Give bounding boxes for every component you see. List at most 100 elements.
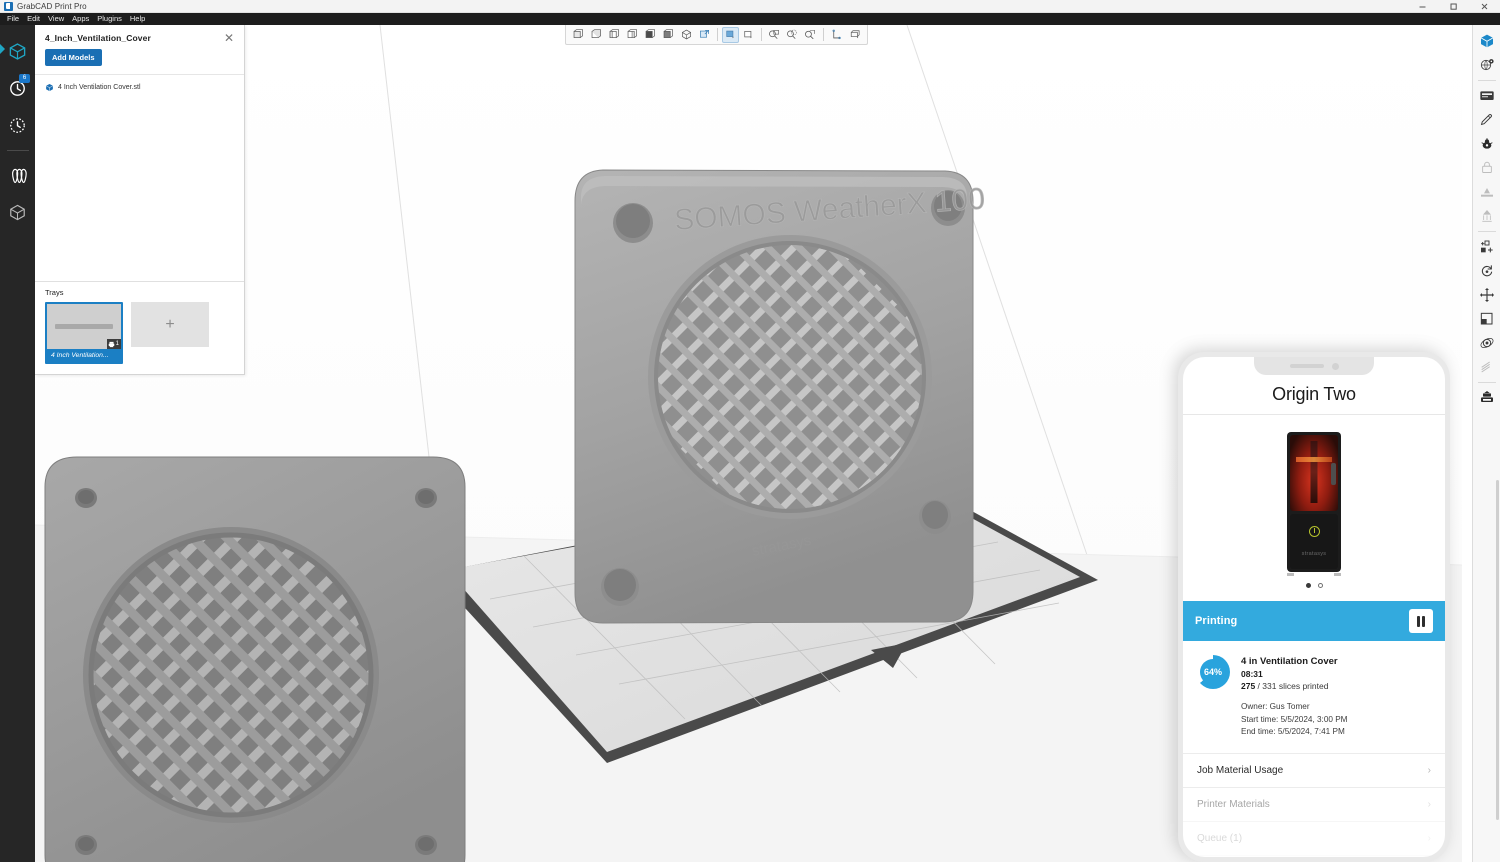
model-foreground (44, 456, 466, 862)
zoom-all-button[interactable] (784, 27, 801, 43)
view-top-button[interactable] (642, 27, 659, 43)
job-slices-done: 275 (1241, 681, 1256, 691)
tool-insert-part[interactable] (1474, 132, 1500, 155)
menu-file[interactable]: File (3, 13, 23, 25)
carousel-dots[interactable] (1305, 583, 1323, 588)
stl-file-icon (46, 83, 53, 92)
progress-percent: 64% (1203, 667, 1222, 677)
window-controls (1407, 0, 1500, 13)
zoom-window-icon (769, 30, 779, 39)
tool-support-base[interactable] (1474, 180, 1500, 203)
layers-icon (11, 168, 27, 183)
tool-arrange-parts[interactable] (1474, 235, 1500, 258)
carousel-dot-1[interactable] (1305, 583, 1311, 588)
tool-orbit-view[interactable] (1474, 331, 1500, 354)
sidebar-item-printers[interactable] (0, 194, 35, 231)
wireframe-mode-button[interactable] (740, 27, 757, 43)
job-name: 4 in Ventilation Cover (1241, 656, 1338, 667)
sidebar-item-print-queue[interactable]: 6 (0, 70, 35, 107)
panel-close-icon[interactable]: ✕ (224, 32, 234, 44)
sidebar-item-prepare-models[interactable] (0, 33, 35, 70)
toolbar-divider-3 (823, 28, 824, 41)
job-elapsed-time: 08:31 (1241, 669, 1263, 679)
printer-icon (1480, 390, 1493, 402)
menu-apps[interactable]: Apps (68, 13, 93, 25)
zoom-selection-button[interactable] (802, 27, 819, 43)
blue-cube-icon (1480, 34, 1493, 47)
insert-icon (1480, 137, 1493, 149)
cube-right-icon (627, 29, 637, 38)
tool-display-settings[interactable] (1474, 84, 1500, 107)
zoom-all-icon (787, 29, 797, 39)
row-job-material-usage[interactable]: Job Material Usage › (1183, 754, 1445, 788)
printer-foot-left (1287, 573, 1294, 576)
zoom-window-button[interactable] (766, 27, 783, 43)
tool-printer-settings[interactable] (1474, 386, 1500, 409)
shaded-mode-button[interactable] (722, 26, 739, 43)
slice-icon (1480, 361, 1490, 372)
scale-icon (1480, 312, 1492, 324)
toolbar-divider-2 (761, 28, 762, 41)
view-front-button[interactable] (570, 27, 587, 43)
pencil-icon (1480, 114, 1492, 126)
printer-image-carousel[interactable]: stratasys (1183, 415, 1445, 601)
row-printer-materials[interactable]: Printer Materials › (1183, 788, 1445, 822)
pause-bar-right (1422, 615, 1426, 627)
row-job-material-usage-label: Job Material Usage (1197, 764, 1284, 776)
add-models-button[interactable]: Add Models (45, 49, 102, 66)
phone-notch (1254, 357, 1374, 375)
view-left-button[interactable] (606, 27, 623, 43)
view-bottom-button[interactable] (660, 27, 677, 43)
history-clock-icon (10, 118, 25, 133)
sidebar-item-print-history[interactable] (0, 107, 35, 144)
close-button[interactable] (1469, 0, 1500, 13)
add-tray-button[interactable]: + (131, 302, 209, 347)
tool-supports[interactable] (1474, 204, 1500, 227)
zoom-selection-icon (805, 30, 815, 40)
job-slices-total: 331 slices printed (1262, 681, 1329, 691)
maximize-button[interactable] (1438, 0, 1469, 13)
shaded-square-icon (726, 30, 734, 39)
tray-card[interactable]: 1 4 Inch Ventilation... (45, 302, 123, 364)
trays-row: 1 4 Inch Ventilation... + (45, 302, 234, 364)
tool-slice-preview[interactable] (1474, 355, 1500, 378)
power-button-icon (1308, 526, 1320, 537)
tool-move-part[interactable] (1474, 283, 1500, 306)
tray-thumbnail: 1 (47, 304, 121, 349)
printer-base: stratasys (1290, 514, 1338, 569)
measure-button[interactable] (828, 27, 845, 43)
tool-scale-part[interactable] (1474, 307, 1500, 330)
section-view-button[interactable] (846, 27, 863, 43)
row-queue[interactable]: Queue (1) › (1183, 822, 1445, 856)
list-item[interactable]: 4 Inch Ventilation Cover.stl (35, 81, 244, 94)
minimize-button[interactable] (1407, 0, 1438, 13)
tool-model-view[interactable] (1474, 29, 1500, 52)
model-list: 4 Inch Ventilation Cover.stl (35, 75, 244, 281)
tool-lock-part[interactable] (1474, 156, 1500, 179)
menu-view[interactable]: View (44, 13, 68, 25)
tray-name: 4 Inch Ventilation... (51, 352, 109, 359)
pause-button[interactable] (1409, 609, 1433, 633)
printer-brand-label: stratasys (1301, 551, 1327, 557)
trays-section: Trays 1 4 Inch Ventilation... + (35, 281, 244, 374)
right-rail-scrollbar[interactable] (1496, 480, 1499, 820)
progress-ring: 64% (1196, 655, 1230, 689)
carousel-dot-2[interactable] (1317, 583, 1323, 588)
tool-annotate[interactable] (1474, 108, 1500, 131)
cube-icon (9, 43, 26, 60)
title-bar: GrabCAD Print Pro (0, 0, 1500, 13)
view-right-button[interactable] (624, 27, 641, 43)
fit-to-view-button[interactable] (696, 27, 713, 43)
cube-back-icon (591, 29, 601, 38)
view-isometric-button[interactable] (678, 27, 695, 43)
model-standing: SOMOS WeatherX 100 stratasys (574, 169, 986, 624)
tool-rotate-part[interactable] (1474, 259, 1500, 282)
orbit-icon (1480, 337, 1493, 348)
menu-plugins[interactable]: Plugins (93, 13, 126, 25)
menu-help[interactable]: Help (126, 13, 149, 25)
printer-icon (108, 341, 114, 347)
tool-orientation-optimize[interactable] (1474, 53, 1500, 76)
view-back-button[interactable] (588, 27, 605, 43)
menu-edit[interactable]: Edit (23, 13, 44, 25)
sidebar-item-materials[interactable] (0, 157, 35, 194)
